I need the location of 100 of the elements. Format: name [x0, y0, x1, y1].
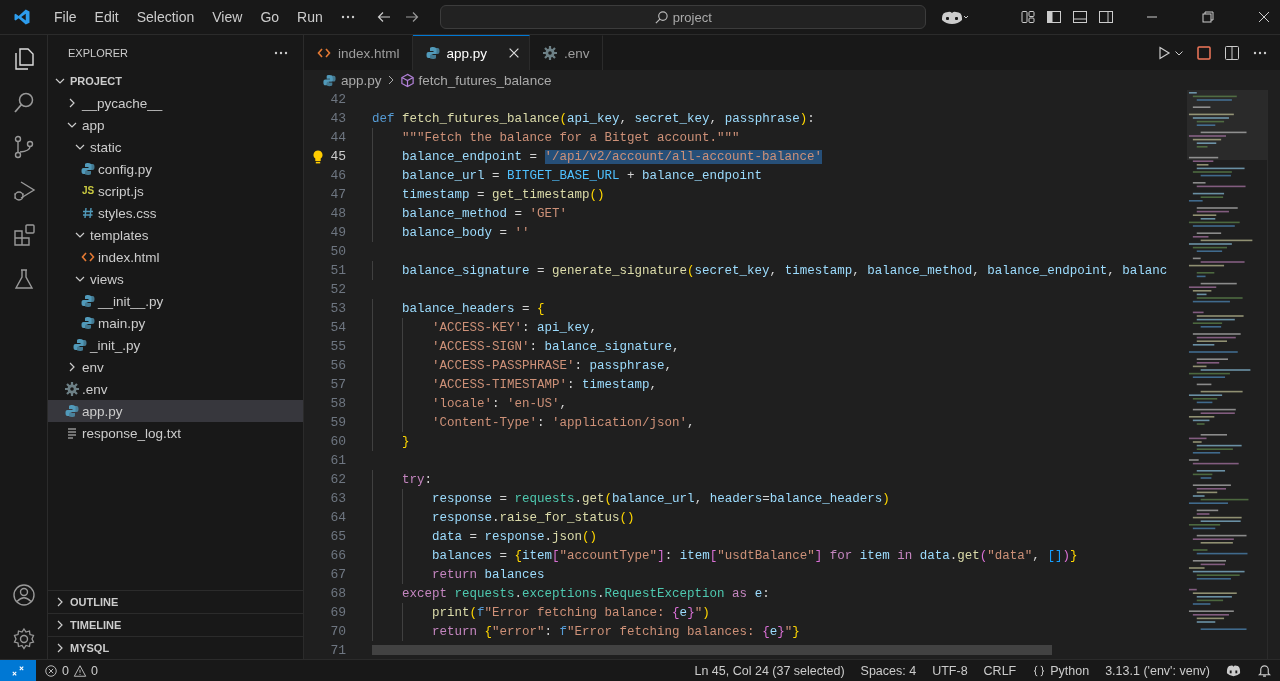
code-line: 'ACCESS-TIMESTAMP': timestamp,	[431, 377, 658, 392]
menu-item[interactable]: Edit	[85, 9, 128, 25]
line-number: 68	[329, 586, 346, 601]
code-line: 'ACCESS-KEY': api_key,	[431, 320, 598, 335]
python-file-icon	[80, 161, 96, 177]
line-number: 50	[329, 244, 346, 259]
line-number: 45	[329, 149, 346, 164]
secondary-sidebar-icon[interactable]	[1098, 9, 1114, 25]
code-line: data = response.json()	[431, 529, 598, 544]
back-arrow-icon[interactable]	[375, 9, 392, 25]
restore-icon[interactable]	[1200, 9, 1216, 25]
status-item[interactable]: Ln 45, Col 24 (37 selected)	[694, 663, 845, 678]
panel-header[interactable]: TIMELINE	[48, 613, 303, 636]
tree-item[interactable]: config.py	[48, 158, 303, 180]
panel-header[interactable]: OUTLINE	[48, 590, 303, 613]
python-file-icon	[80, 315, 96, 331]
line-number: 69	[329, 605, 346, 620]
layout-icon[interactable]	[1020, 9, 1036, 25]
tree-item[interactable]: JS script.js	[48, 180, 303, 202]
line-number: 71	[329, 643, 346, 658]
menu-item[interactable]: Go	[251, 9, 289, 25]
tree-item[interactable]: styles.css	[48, 202, 303, 224]
python-file-icon	[80, 293, 96, 309]
close-icon[interactable]	[1256, 9, 1272, 25]
vscode-logo-icon	[13, 8, 31, 26]
status-item[interactable]: CRLF	[983, 663, 1017, 678]
line-number: 58	[329, 396, 346, 411]
search-icon	[653, 9, 669, 25]
warning-icon[interactable]	[72, 663, 87, 678]
status-item[interactable]: Spaces: 4	[860, 663, 917, 678]
python-file-icon	[322, 72, 337, 88]
remote-icon	[11, 663, 25, 678]
menu-item[interactable]: View	[203, 9, 252, 25]
account-icon[interactable]	[11, 583, 36, 607]
line-number: 46	[329, 168, 346, 183]
line-number: 54	[329, 320, 346, 335]
tree-item[interactable]: .env	[48, 378, 303, 400]
code-line: }	[401, 434, 410, 449]
menu-item[interactable]: Selection	[127, 9, 204, 25]
tree-item[interactable]: app	[48, 114, 303, 136]
hash-icon	[80, 205, 96, 221]
panel-toggle-icon[interactable]	[1072, 9, 1088, 25]
line-number: 70	[329, 624, 346, 639]
status-item[interactable]: UTF-8	[932, 663, 968, 678]
stop-icon[interactable]	[1196, 44, 1212, 61]
code-line: 'ACCESS-PASSPHRASE': passphrase,	[431, 358, 673, 373]
folder-header[interactable]: PROJECT	[48, 70, 303, 92]
warning-count[interactable]: 0	[90, 663, 98, 678]
search-icon[interactable]	[11, 91, 36, 115]
menu-item[interactable]: Run	[288, 9, 332, 25]
tree-item[interactable]: index.html	[48, 246, 303, 268]
split-editor-icon[interactable]	[1224, 44, 1240, 61]
settings-icon[interactable]	[11, 627, 36, 651]
panel-header[interactable]: MYSQL	[48, 636, 303, 659]
gear-icon	[64, 381, 80, 397]
tree-item[interactable]: env	[48, 356, 303, 378]
copilot-icon[interactable]	[1226, 663, 1241, 678]
code-line: try:	[401, 472, 433, 487]
search-field[interactable]: project	[439, 5, 926, 29]
error-count[interactable]: 0	[62, 663, 69, 678]
copilot-icon[interactable]	[939, 9, 968, 25]
status-item[interactable]: Python	[1050, 663, 1090, 678]
remote-button[interactable]	[0, 659, 36, 681]
error-icon[interactable]	[44, 663, 58, 678]
line-number: 57	[329, 377, 346, 392]
code-line: balance_signature = generate_signature(secret_key, timestamp, balance_method, balance_endpoint, balanc	[401, 263, 1168, 278]
breadcrumb-item[interactable]: app.py	[322, 72, 382, 88]
code-line: balance_headers = {	[401, 301, 545, 316]
tree-item[interactable]: _init_.py	[48, 334, 303, 356]
code-line: balance_body = ''	[401, 225, 530, 240]
tree-item[interactable]: static	[48, 136, 303, 158]
js-file-icon: JS	[80, 183, 96, 199]
tree-item[interactable]: __pycache__	[48, 92, 303, 114]
menu-item[interactable]: File	[45, 9, 86, 25]
braces-icon[interactable]	[1032, 663, 1047, 678]
tree-item[interactable]: response_log.txt	[48, 422, 303, 444]
tree-item[interactable]: app.py	[48, 400, 303, 422]
tree-item[interactable]: templates	[48, 224, 303, 246]
extensions-icon[interactable]	[11, 223, 36, 247]
sidebar-toggle-icon[interactable]	[1046, 9, 1062, 25]
breadcrumb-item[interactable]: fetch_futures_balance	[399, 72, 552, 88]
line-number: 64	[329, 510, 346, 525]
editor-tab[interactable]: app.py	[412, 35, 531, 70]
status-item[interactable]: 3.13.1 ('env': venv)	[1105, 663, 1210, 678]
editor-tab[interactable]: .env	[530, 35, 603, 70]
scrollbar[interactable]	[372, 645, 1052, 655]
tree-item[interactable]: views	[48, 268, 303, 290]
run-icon[interactable]	[1156, 44, 1172, 61]
line-number: 52	[329, 282, 346, 297]
forward-arrow-icon[interactable]	[403, 9, 420, 25]
line-number: 44	[329, 130, 346, 145]
line-number: 67	[329, 567, 346, 582]
code-line: balances = {item["accountType"]: item["usdtBalance"] for item in data.get("data", [])}	[431, 548, 1078, 563]
editor-tab[interactable]: index.html	[304, 35, 413, 70]
tree-item[interactable]: main.py	[48, 312, 303, 334]
tree-item[interactable]: __init__.py	[48, 290, 303, 312]
line-number: 47	[329, 187, 346, 202]
code-line: print(f"Error fetching balance: {e}")	[431, 605, 710, 620]
run-debug-icon[interactable]	[11, 179, 36, 203]
bell-icon[interactable]	[1257, 663, 1272, 678]
